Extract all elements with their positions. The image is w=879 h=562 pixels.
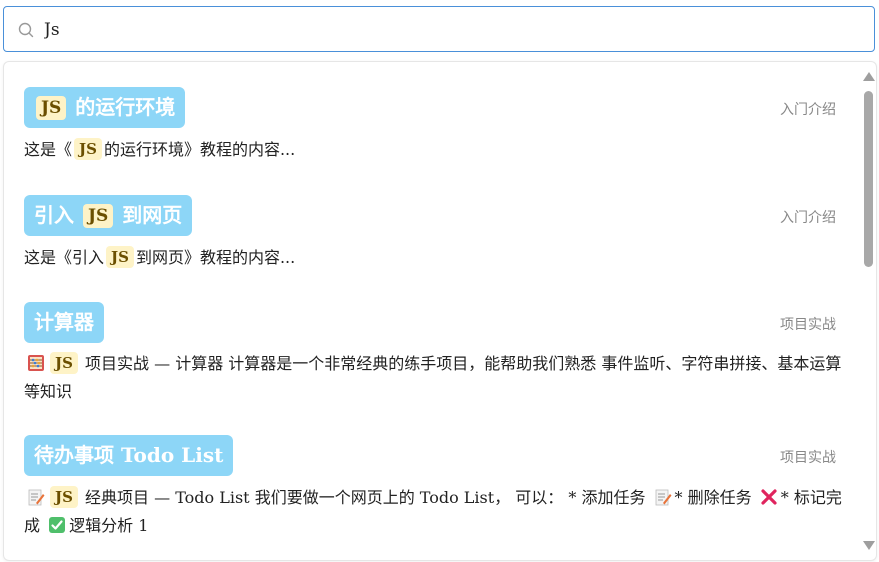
desc-highlight: JS — [50, 352, 78, 374]
scroll-up-arrow-icon[interactable] — [863, 72, 875, 81]
desc-text: 这是《 — [24, 140, 73, 159]
search-results-panel: JS 的运行环境 入门介绍 这是《 JS 的运行环境》教程的内容... 引入 JS … — [3, 61, 877, 561]
desc-highlight: JS — [50, 486, 78, 508]
memo-icon — [28, 489, 45, 506]
desc-text: 项目实战 — 计算器 计算器是一个非常经典的练手项目，能帮助我们熟悉 事件监听、… — [24, 354, 842, 401]
result-category: 项目实战 — [780, 317, 836, 333]
result-description: JS 经典项目 — Todo List 我们要做一个网页上的 Todo List… — [24, 484, 844, 540]
result-title[interactable]: 计算器 — [24, 302, 104, 343]
desc-text: * 删除任务 — [674, 488, 752, 507]
memo-icon — [655, 489, 672, 506]
title-text: 的运行环境 — [75, 95, 176, 119]
title-highlight: JS — [36, 96, 67, 120]
title-highlight: JS — [82, 204, 114, 228]
result-category: 入门介绍 — [780, 210, 836, 226]
desc-highlight: JS — [106, 246, 134, 268]
cross-mark-icon — [761, 489, 777, 505]
result-category: 入门介绍 — [780, 102, 836, 118]
result-description: 这是《 JS 的运行环境》教程的内容... — [24, 136, 844, 164]
result-title[interactable]: 引入 JS 到网页 — [24, 195, 193, 236]
result-title[interactable]: 待办事项 Todo List — [24, 435, 234, 476]
result-description: JS 项目实战 — 计算器 计算器是一个非常经典的练手项目，能帮助我们熟悉 事件… — [24, 350, 844, 406]
desc-text: 这是《引入 — [24, 248, 105, 267]
result-description: 这是《引入 JS 到网页》教程的内容... — [24, 244, 844, 272]
desc-text: 到网页》教程的内容... — [135, 248, 296, 267]
result-category: 项目实战 — [780, 450, 836, 466]
search-box[interactable] — [3, 6, 875, 52]
result-title[interactable]: JS 的运行环境 — [24, 87, 186, 128]
title-text: 到网页 — [122, 203, 183, 227]
search-icon — [18, 22, 34, 38]
desc-highlight: JS — [74, 138, 102, 160]
desc-text: 逻辑分析 1 — [69, 516, 149, 535]
search-input[interactable] — [44, 17, 844, 43]
title-text: 引入 — [34, 203, 74, 227]
desc-text: 经典项目 — Todo List 我们要做一个网页上的 Todo List， 可… — [85, 488, 646, 507]
scroll-down-arrow-icon[interactable] — [863, 541, 875, 550]
desc-text: 的运行环境》教程的内容... — [103, 140, 296, 159]
check-mark-icon — [49, 517, 66, 533]
scrollbar[interactable] — [860, 62, 876, 560]
abacus-icon — [28, 355, 44, 371]
scrollbar-thumb[interactable] — [864, 91, 873, 267]
